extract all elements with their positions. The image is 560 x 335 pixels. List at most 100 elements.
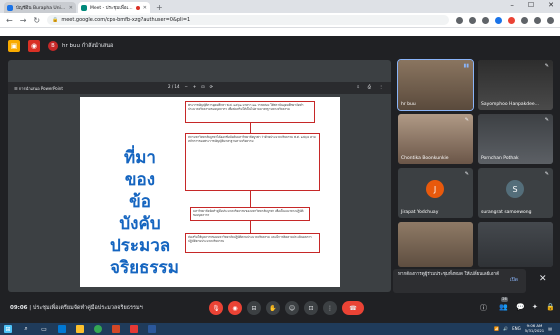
puzzle-icon[interactable] bbox=[521, 16, 528, 24]
participant-tile[interactable] bbox=[398, 222, 473, 267]
participant-tile[interactable]: ✎ Sayomphoo Hanpakdee... bbox=[478, 60, 553, 110]
participant-name: Jirapat Yodchuay bbox=[401, 210, 439, 215]
mic-icon[interactable]: 🎙 bbox=[209, 301, 223, 315]
edge-icon[interactable] bbox=[58, 325, 66, 333]
tab-title: บัญชีอิน Burapha University - Sutm bbox=[16, 6, 66, 11]
participant-name: Chontika Boonkunkie bbox=[401, 156, 449, 161]
participant-tile[interactable]: ✎ Chontika Boonkunkie bbox=[398, 114, 473, 164]
slide-box-3: มหาวิทยาลัยจัดทำคู่มือประมวลจริยธรรมของม… bbox=[190, 207, 310, 221]
close-window-button[interactable]: ✕ bbox=[548, 1, 554, 9]
volume-icon[interactable]: 🔊 bbox=[503, 326, 508, 331]
download-icon[interactable]: ⇩ bbox=[356, 84, 359, 89]
present-screen-icon[interactable]: ⊡ bbox=[304, 301, 318, 315]
slide-title-line: ข้อบังคับ bbox=[119, 192, 161, 234]
powerpoint-toolbar: ☰ การนำเสนอ PowerPoint 2 / 14 − + ⊡ ⟳ ⇩ … bbox=[8, 82, 391, 94]
system-tray: 📶 🔊 ENG 9:06 AM 5/31/2021 ▤ bbox=[494, 323, 552, 333]
slide-arrow bbox=[250, 191, 251, 207]
taskbar-clock[interactable]: 9:06 AM 5/31/2021 bbox=[525, 323, 544, 333]
task-view-icon[interactable]: ▭ bbox=[40, 325, 48, 333]
explorer-icon[interactable] bbox=[76, 325, 84, 333]
windows-start-icon[interactable]: ⊞ bbox=[4, 325, 12, 333]
participant-tile[interactable]: S ✎ surangrat samoewong bbox=[478, 168, 553, 218]
minimize-button[interactable]: – bbox=[510, 1, 514, 9]
activities-icon[interactable]: ✦ bbox=[532, 303, 538, 311]
participant-tile[interactable]: ✎ Pornchan Pothak bbox=[478, 114, 553, 164]
camera-icon[interactable]: ◉ bbox=[228, 301, 242, 315]
participant-tile[interactable] bbox=[478, 222, 553, 267]
fit-page-icon[interactable]: ⊡ bbox=[201, 84, 204, 89]
print-icon[interactable]: ⎙ bbox=[368, 84, 371, 89]
slide-title-line: ที่มาของ bbox=[124, 148, 156, 190]
slide-title-line: จริยธรรม bbox=[110, 258, 179, 278]
emoji-icon[interactable]: ☺ bbox=[285, 301, 299, 315]
page-navigator: 2 / 14 − + ⊡ ⟳ bbox=[168, 84, 213, 89]
participant-tile[interactable]: ▮▮ hr buu bbox=[397, 59, 474, 111]
stop-present-icon[interactable]: ◉ bbox=[28, 40, 40, 52]
bookmark-star-icon[interactable] bbox=[482, 16, 489, 24]
chat-icon[interactable]: 💬 bbox=[516, 303, 525, 311]
mic-off-icon: ✎ bbox=[544, 63, 549, 69]
participant-avatar: J bbox=[426, 180, 444, 198]
more-options-icon[interactable]: ⋮ bbox=[323, 301, 337, 315]
bookmarks-bar bbox=[0, 28, 560, 36]
people-icon[interactable]: 👥 bbox=[499, 303, 508, 311]
notification-open-button[interactable]: เปิด bbox=[510, 277, 518, 283]
raise-hand-icon[interactable]: ✋ bbox=[266, 301, 280, 315]
meet-header: ▣ ◉ B hr buu กำลังนำเสนอ bbox=[0, 36, 560, 56]
back-arrow-icon[interactable]: ← bbox=[6, 16, 13, 25]
tab-close-icon[interactable]: ✕ bbox=[143, 5, 147, 11]
menu-dots-icon[interactable] bbox=[547, 16, 554, 24]
acrobat-icon[interactable] bbox=[130, 325, 138, 333]
profile-avatar-icon[interactable] bbox=[534, 16, 541, 24]
browser-tab-1[interactable]: บัญชีอิน Burapha University - Sutm ✕ bbox=[4, 2, 76, 13]
url-text: meet.google.com/cps-bmfb-xzg?authuser=0&… bbox=[61, 17, 191, 23]
extension-icon[interactable] bbox=[495, 16, 502, 24]
forward-arrow-icon[interactable]: → bbox=[20, 16, 27, 25]
meeting-title: ประชุมเพื่อเตรียมจัดทำคู่มือประมวลจริยธร… bbox=[32, 305, 143, 311]
browser-tab-2[interactable]: Meet - ประชุมเพื่อเตรียมจัดทำ ✕ bbox=[78, 2, 150, 13]
tab-favicon-icon bbox=[7, 4, 13, 11]
mic-off-icon: ✎ bbox=[464, 171, 469, 177]
tab-close-icon[interactable]: ✕ bbox=[69, 5, 73, 11]
extension-icon[interactable] bbox=[508, 16, 515, 24]
end-call-button[interactable]: ☎ bbox=[342, 301, 364, 315]
powerpoint-icon[interactable] bbox=[112, 325, 120, 333]
window-controls: – ☐ ✕ bbox=[510, 1, 554, 9]
slide-box-4: ส่งเสริมให้บุคลากรของมหาวิทยาลัยปฏิบัติต… bbox=[185, 233, 320, 253]
page-indicator: 2 / 14 bbox=[168, 84, 180, 89]
participant-video bbox=[478, 222, 553, 267]
more-vert-icon[interactable]: ⋮ bbox=[379, 84, 383, 89]
presenter-label: hr buu กำลังนำเสนอ bbox=[62, 43, 114, 49]
language-indicator[interactable]: ENG bbox=[512, 326, 521, 331]
maximize-button[interactable]: ☐ bbox=[528, 1, 534, 9]
host-controls-icon[interactable]: 🔒 bbox=[546, 303, 555, 311]
notification-close-icon[interactable]: ✕ bbox=[539, 274, 547, 284]
rotate-icon[interactable]: ⟳ bbox=[210, 84, 213, 89]
word-icon[interactable] bbox=[148, 325, 156, 333]
address-bar[interactable]: 🔒 meet.google.com/cps-bmfb-xzg?authuser=… bbox=[47, 15, 449, 25]
recording-icon bbox=[135, 5, 140, 10]
participant-name: Pornchan Pothak bbox=[481, 156, 519, 161]
notifications-icon[interactable]: ▤ bbox=[548, 326, 552, 331]
extension-icons bbox=[456, 16, 554, 24]
chrome-icon[interactable] bbox=[94, 325, 102, 333]
info-icon[interactable]: ⓘ bbox=[480, 303, 487, 313]
presenter-chip: B hr buu กำลังนำเสนอ bbox=[48, 41, 113, 51]
presenter-avatar: B bbox=[48, 41, 58, 51]
camera-permission-icon[interactable] bbox=[456, 16, 463, 24]
participant-name: hr buu bbox=[401, 102, 416, 107]
mic-off-icon: ✎ bbox=[464, 117, 469, 123]
search-icon[interactable]: ⌕ bbox=[22, 325, 30, 333]
new-tab-button[interactable]: + bbox=[156, 2, 163, 13]
layout-notification: หากต้องการดูผู้ร่วมประชุมทั้งหมด ให้เปลี… bbox=[393, 269, 526, 293]
participant-tile[interactable]: J ✎ Jirapat Yodchuay bbox=[398, 168, 473, 218]
zoom-out-icon[interactable]: − bbox=[185, 84, 188, 89]
captions-icon[interactable]: ⊟ bbox=[247, 301, 261, 315]
zoom-in-icon[interactable]: + bbox=[193, 84, 196, 89]
network-icon[interactable]: 📶 bbox=[494, 326, 499, 331]
present-mode-icon[interactable]: ▣ bbox=[8, 40, 20, 52]
participant-name: Sayomphoo Hanpakdee... bbox=[481, 102, 539, 107]
reload-icon[interactable]: ↻ bbox=[33, 16, 40, 25]
taskbar: ⊞ ⌕ ▭ 📶 🔊 ENG 9:06 AM 5/31/2021 ▤ bbox=[0, 323, 560, 335]
share-icon[interactable] bbox=[469, 16, 476, 24]
